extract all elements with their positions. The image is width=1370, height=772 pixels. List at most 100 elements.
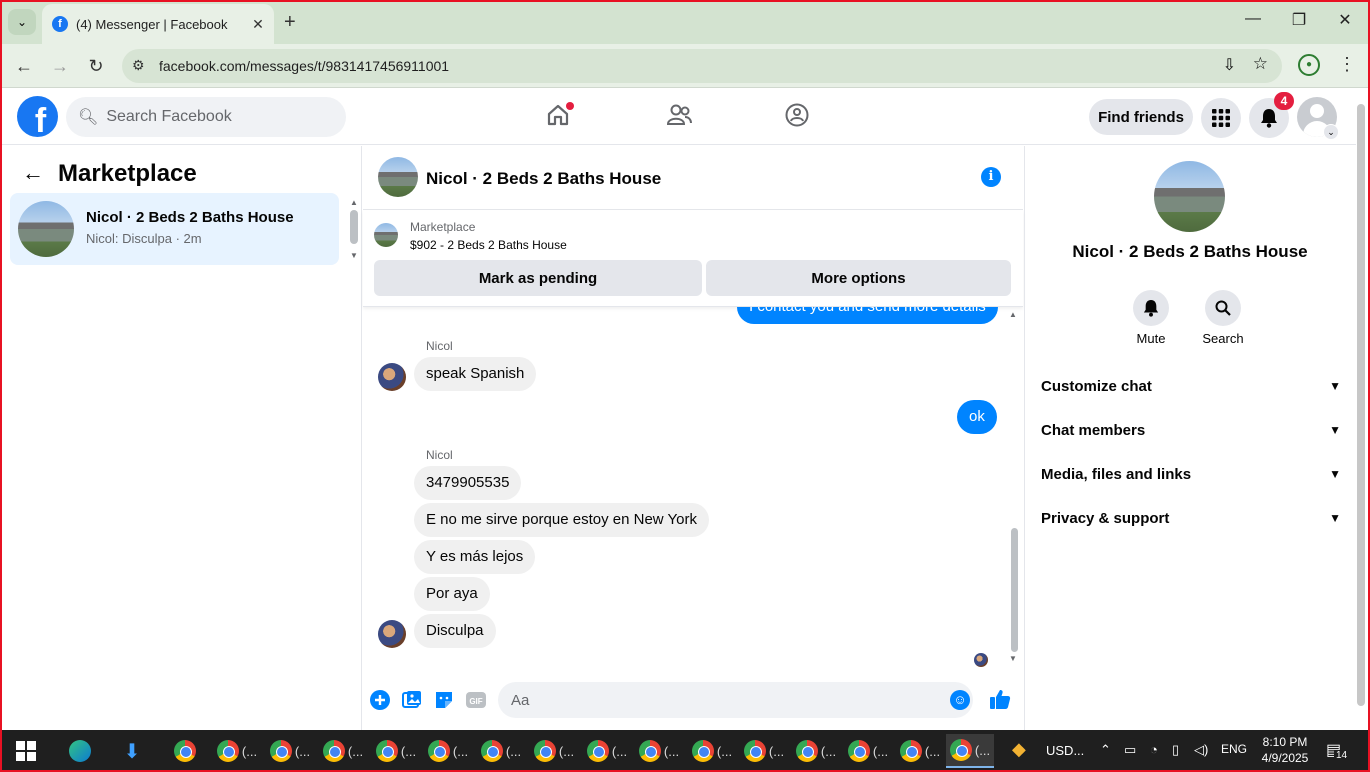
- taskbar-chrome-window[interactable]: (...: [583, 734, 631, 768]
- address-bar[interactable]: ⚙ facebook.com/messages/t/98314174569110…: [122, 49, 1282, 83]
- customize-chat-section[interactable]: Customize chat ▼: [1041, 364, 1341, 408]
- chrome-icon: [743, 740, 766, 762]
- message-input[interactable]: [498, 682, 973, 718]
- incoming-message: 3479905535: [414, 466, 522, 500]
- reload-icon[interactable]: ↻: [84, 54, 108, 78]
- incoming-message: Disculpa: [414, 614, 496, 648]
- browser-tab-messenger[interactable]: f (4) Messenger | Facebook ✕: [42, 4, 274, 44]
- menu-grid-icon[interactable]: [1201, 98, 1241, 138]
- taskbar-chrome-window[interactable]: (...: [372, 734, 420, 768]
- taskbar-chrome-window[interactable]: (...: [319, 734, 367, 768]
- minimize-button[interactable]: —: [1238, 10, 1268, 28]
- find-friends-button[interactable]: Find friends: [1089, 99, 1193, 135]
- tray-chevron-up-icon[interactable]: ⌃: [1100, 742, 1111, 758]
- back-arrow-icon[interactable]: ←: [22, 160, 44, 186]
- emoji-icon[interactable]: ☺: [950, 690, 970, 710]
- edge-browser-icon[interactable]: [56, 734, 104, 768]
- marketplace-listing-bar: Marketplace $902 - 2 Beds 2 Baths House …: [363, 210, 1023, 307]
- info-icon[interactable]: i: [981, 167, 1001, 187]
- taskbar-chrome-window[interactable]: (...: [635, 734, 683, 768]
- chevron-down-icon[interactable]: ⌄: [1323, 124, 1339, 140]
- profile-icon[interactable]: ●: [1298, 54, 1320, 76]
- sender-avatar[interactable]: [378, 620, 406, 648]
- privacy-support-section[interactable]: Privacy & support ▼: [1041, 496, 1341, 540]
- facebook-logo[interactable]: f: [17, 96, 58, 137]
- browser-menu-icon[interactable]: ⋮: [1338, 54, 1356, 75]
- bookmark-star-icon[interactable]: ☆: [1253, 54, 1268, 74]
- close-window-button[interactable]: ✕: [1330, 10, 1360, 30]
- taskbar-chrome-window[interactable]: (...: [844, 734, 892, 768]
- taskbar-chrome-window[interactable]: (...: [792, 734, 840, 768]
- contact-name: Nicol · 2 Beds 2 Baths House: [1072, 242, 1308, 261]
- list-scrollbar[interactable]: [350, 210, 358, 244]
- taskbar-chrome-window[interactable]: (...: [477, 734, 525, 768]
- conversation-item[interactable]: Nicol · 2 Beds 2 Baths House Nicol: Disc…: [10, 193, 339, 265]
- language-indicator[interactable]: ENG: [1221, 742, 1247, 756]
- chat-title[interactable]: Nicol · 2 Beds 2 Baths House: [426, 169, 661, 189]
- search-input[interactable]: [106, 108, 327, 126]
- install-app-icon[interactable]: ⇩: [1223, 55, 1236, 75]
- site-info-icon[interactable]: ⚙: [132, 57, 145, 74]
- friends-icon[interactable]: [664, 102, 694, 134]
- taskbar-chrome-window[interactable]: (...: [530, 734, 578, 768]
- battery-icon[interactable]: ▭: [1124, 742, 1136, 758]
- scroll-down-arrow-icon[interactable]: ▼: [1009, 654, 1017, 663]
- stock-widget-icon[interactable]: ◆: [1012, 739, 1026, 760]
- chrome-icon: [322, 740, 345, 762]
- taskbar-chrome-window[interactable]: (...: [213, 734, 261, 768]
- search-box[interactable]: 🔍︎: [66, 97, 346, 137]
- sender-avatar[interactable]: [378, 363, 406, 391]
- more-options-button[interactable]: More options: [706, 260, 1011, 296]
- taskbar-chrome-window[interactable]: (...: [740, 734, 788, 768]
- mute-label: Mute: [1136, 331, 1166, 346]
- close-tab-icon[interactable]: ✕: [248, 16, 268, 33]
- taskbar-chrome-window-active[interactable]: (...: [946, 734, 994, 768]
- taskbar-chrome-window[interactable]: [161, 734, 209, 768]
- chat-scrollbar[interactable]: [1011, 528, 1018, 652]
- new-tab-button[interactable]: +: [284, 11, 296, 34]
- taskbar-chrome-window[interactable]: (...: [424, 734, 472, 768]
- wifi-icon[interactable]: ◔: [1150, 742, 1158, 757]
- stock-widget-label[interactable]: USD...: [1046, 743, 1084, 758]
- sticker-icon[interactable]: [433, 690, 455, 715]
- tab-search-button[interactable]: ⌄: [8, 9, 36, 35]
- windows-start-icon[interactable]: [16, 741, 36, 761]
- search-icon[interactable]: [1205, 290, 1241, 326]
- photo-icon[interactable]: [401, 690, 423, 715]
- taskbar-chrome-window[interactable]: (...: [896, 734, 944, 768]
- phone-link-icon[interactable]: ▯: [1172, 742, 1179, 758]
- thumbs-up-icon[interactable]: [989, 688, 1011, 716]
- gif-icon[interactable]: GIF: [465, 690, 487, 715]
- incoming-message: Por aya: [414, 577, 490, 611]
- url-text[interactable]: facebook.com/messages/t/9831417456911001: [159, 58, 449, 74]
- forward-arrow-icon[interactable]: →: [48, 54, 72, 78]
- taskbar-chrome-window[interactable]: (...: [688, 734, 736, 768]
- chrome-icon: [847, 740, 870, 762]
- seen-indicator-avatar: [974, 653, 988, 667]
- system-clock[interactable]: 8:10 PM 4/9/2025: [1258, 734, 1312, 766]
- chat-members-section[interactable]: Chat members ▼: [1041, 408, 1341, 452]
- search-icon: 🔍︎: [78, 109, 99, 126]
- scroll-down-arrow-icon[interactable]: ▼: [350, 251, 358, 260]
- restore-button[interactable]: ❐: [1284, 10, 1314, 30]
- listing-title[interactable]: $902 - 2 Beds 2 Baths House: [410, 238, 567, 252]
- groups-icon[interactable]: [782, 102, 812, 134]
- volume-icon[interactable]: ◁): [1194, 742, 1208, 758]
- chat-avatar[interactable]: [378, 157, 418, 197]
- back-arrow-icon[interactable]: ←: [12, 54, 36, 78]
- page-scrollbar[interactable]: [1357, 104, 1365, 706]
- scroll-up-arrow-icon[interactable]: ▲: [1009, 310, 1017, 319]
- contact-avatar[interactable]: [1154, 161, 1225, 232]
- conversation-snippet: Nicol: Disculpa · 2m: [86, 231, 202, 246]
- mute-bell-icon[interactable]: [1133, 290, 1169, 326]
- download-arrow-icon[interactable]: ⬇: [108, 734, 156, 768]
- chevron-down-icon: ▼: [1329, 467, 1341, 481]
- taskbar-chrome-window[interactable]: (...: [266, 734, 314, 768]
- media-files-links-section[interactable]: Media, files and links ▼: [1041, 452, 1341, 496]
- scroll-up-arrow-icon[interactable]: ▲: [350, 198, 358, 207]
- plus-circle-icon[interactable]: [369, 690, 391, 715]
- message-thread[interactable]: I contact you and send more details Nico…: [363, 307, 1023, 677]
- mark-as-pending-button[interactable]: Mark as pending: [374, 260, 702, 296]
- listing-thumbnail[interactable]: [374, 223, 398, 247]
- incoming-message: Y es más lejos: [414, 540, 536, 574]
